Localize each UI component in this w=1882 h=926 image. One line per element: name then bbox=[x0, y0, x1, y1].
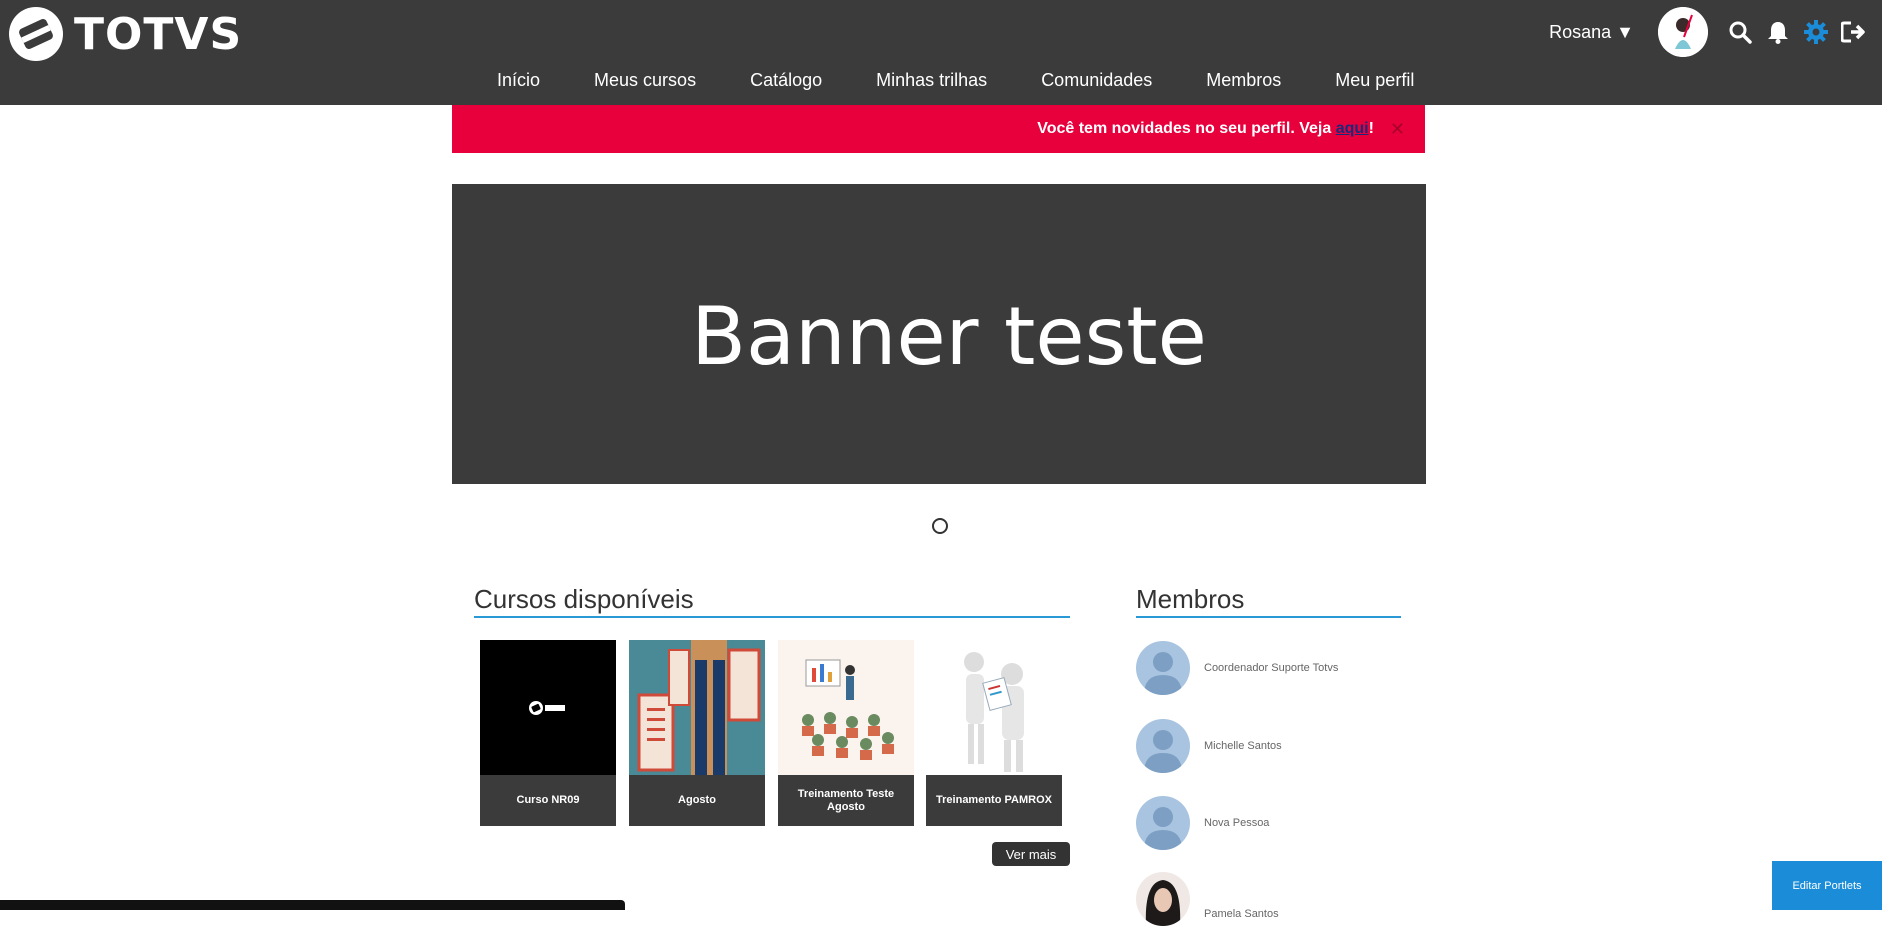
banner-title: Banner teste bbox=[691, 289, 1207, 383]
member-name: Michelle Santos bbox=[1204, 740, 1282, 752]
member-name: Nova Pessoa bbox=[1204, 817, 1270, 829]
alert-text: Você tem novidades no seu perfil. Veja bbox=[1037, 120, 1336, 137]
member-photo bbox=[1136, 872, 1190, 926]
person-document-illustration-icon bbox=[964, 652, 1024, 772]
nav-meus-cursos[interactable]: Meus cursos bbox=[594, 70, 696, 98]
course-thumbnail bbox=[778, 640, 914, 775]
courses-section-title: Cursos disponíveis bbox=[474, 584, 694, 614]
brand-name: TOTVS bbox=[74, 8, 243, 60]
logout-icon[interactable] bbox=[1840, 18, 1868, 46]
alert-link[interactable]: aqui bbox=[1336, 120, 1369, 137]
bell-icon[interactable] bbox=[1764, 18, 1792, 46]
banner[interactable]: Banner teste bbox=[452, 184, 1426, 484]
default-avatar-icon bbox=[1136, 641, 1190, 695]
nav-meu-perfil[interactable]: Meu perfil bbox=[1335, 70, 1414, 98]
member-item[interactable]: Pamela Santos bbox=[1136, 872, 1279, 926]
course-title: Treinamento PAMROX bbox=[936, 794, 1052, 806]
member-item[interactable]: Michelle Santos bbox=[1136, 719, 1282, 773]
member-name: Coordenador Suporte Totvs bbox=[1204, 662, 1339, 674]
course-title: Agosto bbox=[678, 794, 716, 806]
user-avatar[interactable] bbox=[1658, 7, 1708, 57]
woman-photo-icon bbox=[1145, 880, 1181, 926]
nav-catalogo[interactable]: Catálogo bbox=[750, 70, 822, 98]
nav-minhas-trilhas[interactable]: Minhas trilhas bbox=[876, 70, 987, 98]
profile-news-alert: Você tem novidades no seu perfil. Veja a… bbox=[452, 105, 1425, 153]
gear-icon[interactable] bbox=[1802, 18, 1830, 46]
alert-message: Você tem novidades no seu perfil. Veja a… bbox=[1037, 120, 1374, 138]
totvs-logo-icon bbox=[529, 700, 565, 715]
totvs-logo-icon bbox=[9, 7, 63, 61]
edit-portlets-button[interactable]: Editar Portlets bbox=[1772, 861, 1882, 910]
courses-divider bbox=[474, 616, 1070, 618]
course-thumbnail bbox=[480, 640, 616, 775]
course-thumbnail bbox=[926, 640, 1062, 775]
course-title: Treinamento Teste Agosto bbox=[797, 787, 895, 813]
course-card[interactable]: Treinamento Teste Agosto bbox=[778, 640, 914, 826]
user-area: Rosana ▼ bbox=[1549, 0, 1882, 64]
nav-comunidades[interactable]: Comunidades bbox=[1041, 70, 1152, 98]
members-divider bbox=[1136, 616, 1401, 618]
classroom-illustration-icon bbox=[802, 659, 894, 760]
search-icon[interactable] bbox=[1726, 18, 1754, 46]
member-item[interactable]: Nova Pessoa bbox=[1136, 796, 1269, 850]
carousel-dot[interactable] bbox=[932, 518, 948, 534]
totvs-logo[interactable]: TOTVS bbox=[8, 6, 242, 62]
course-card[interactable]: Curso NR09 bbox=[480, 640, 616, 826]
course-title: Curso NR09 bbox=[516, 794, 580, 806]
user-menu[interactable]: Rosana ▼ bbox=[1549, 22, 1634, 43]
member-item[interactable]: Coordenador Suporte Totvs bbox=[1136, 641, 1338, 695]
close-icon[interactable]: ✕ bbox=[1390, 119, 1405, 140]
top-bar: TOTVS Rosana ▼ Início Meus cursos Catálo… bbox=[0, 0, 1882, 105]
course-card[interactable]: Agosto bbox=[629, 640, 765, 826]
browser-status-bar bbox=[0, 900, 625, 910]
avatar-illustration-icon bbox=[1658, 7, 1708, 57]
course-card[interactable]: Treinamento PAMROX bbox=[926, 640, 1062, 826]
nav-inicio[interactable]: Início bbox=[497, 70, 540, 98]
course-thumbnail bbox=[629, 640, 765, 775]
default-avatar-icon bbox=[1136, 796, 1190, 850]
members-section-title: Membros bbox=[1136, 584, 1245, 614]
ver-mais-button[interactable]: Ver mais bbox=[992, 842, 1070, 866]
nav-membros[interactable]: Membros bbox=[1206, 70, 1281, 98]
alert-suffix: ! bbox=[1368, 120, 1374, 137]
main-nav: Início Meus cursos Catálogo Minhas trilh… bbox=[470, 70, 1441, 98]
default-avatar-icon bbox=[1136, 719, 1190, 773]
checklist-illustration-icon bbox=[637, 640, 761, 775]
